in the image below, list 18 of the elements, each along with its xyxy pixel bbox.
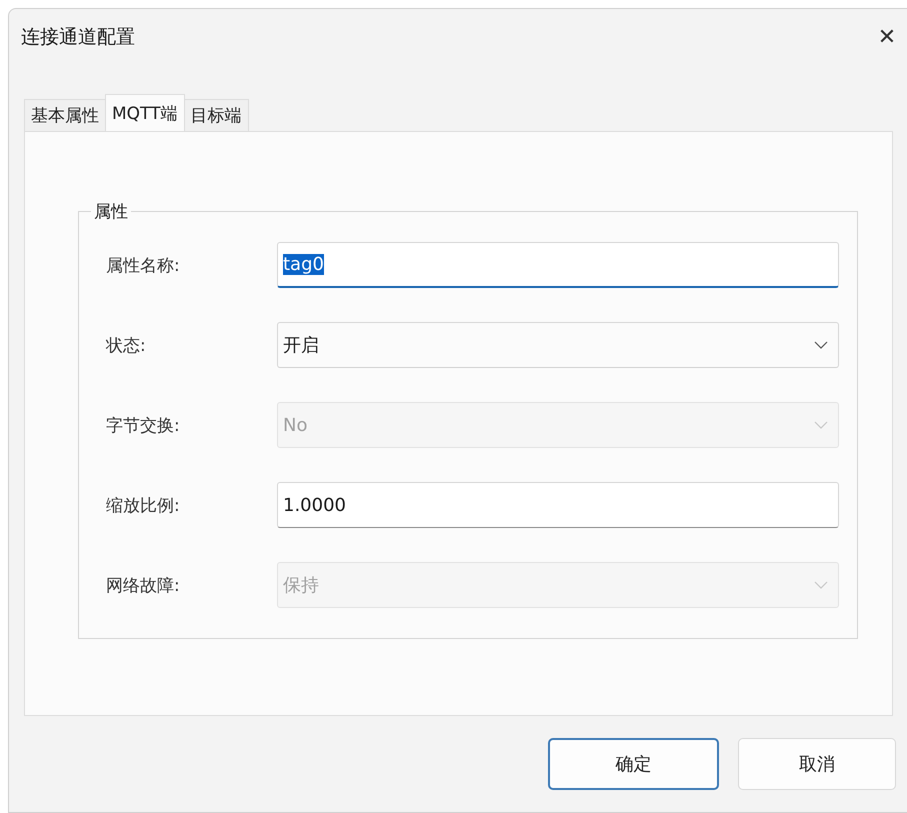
window-title: 连接通道配置	[21, 25, 135, 50]
tab[interactable]: MQTT端	[105, 94, 185, 131]
field-label: 字节交换:	[106, 414, 181, 436]
dialog-button[interactable]: 确定	[548, 738, 719, 790]
input-field[interactable]: 1.0000	[277, 482, 839, 528]
field-label: 状态:	[106, 334, 147, 356]
close-button[interactable]: ✕	[867, 17, 907, 57]
tab[interactable]: 目标端	[184, 99, 249, 131]
chevron-down-icon	[814, 421, 828, 429]
chevron-down-icon	[814, 581, 828, 589]
tab[interactable]: 基本属性	[24, 99, 106, 131]
dropdown[interactable]: 开启	[277, 322, 839, 368]
field-label: 网络故障:	[106, 574, 181, 596]
input-field[interactable]: tag0	[277, 242, 839, 288]
dialog-button[interactable]: 取消	[738, 738, 896, 790]
field-label: 属性名称:	[106, 254, 181, 276]
field-label: 缩放比例:	[106, 494, 181, 516]
chevron-down-icon	[814, 341, 828, 349]
